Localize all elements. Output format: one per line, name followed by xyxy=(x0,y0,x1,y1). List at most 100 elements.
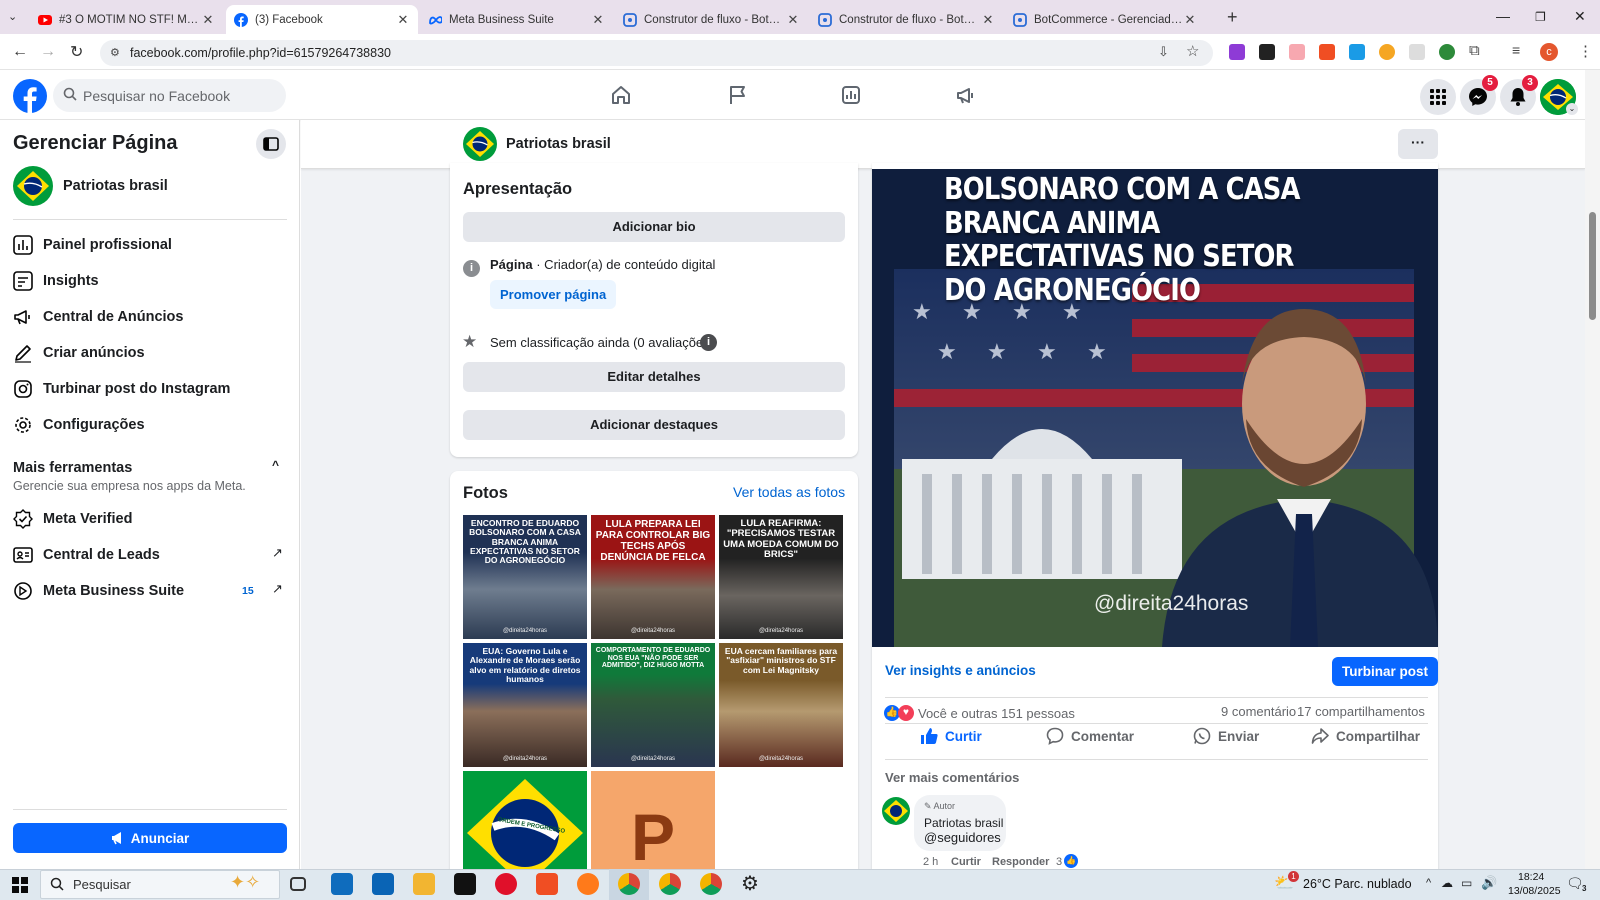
install-app-icon[interactable]: ⇩ xyxy=(1158,44,1169,60)
chrome-icon[interactable] xyxy=(700,873,722,895)
extension-icon[interactable] xyxy=(1409,44,1425,60)
facebook-search-input[interactable]: Pesquisar no Facebook xyxy=(53,79,286,112)
forward-button[interactable]: → xyxy=(40,43,56,61)
comment-reply-button[interactable]: Responder xyxy=(992,856,1049,868)
pages-flag-nav-icon[interactable] xyxy=(727,84,749,106)
media-controls-icon[interactable]: ≡ xyxy=(1512,42,1520,58)
sidebar-item-insights[interactable]: Insights xyxy=(12,266,99,296)
chrome-icon[interactable] xyxy=(659,873,681,895)
comment-author-name[interactable]: Patriotas brasil xyxy=(924,816,1003,830)
sidebar-item-painel-profissional[interactable]: Painel profissional xyxy=(12,230,172,260)
advertise-button[interactable]: Anunciar xyxy=(13,823,287,853)
restore-button[interactable]: ❐ xyxy=(1535,10,1546,24)
profile-avatar[interactable]: c xyxy=(1540,43,1558,61)
post-share-button[interactable]: Compartilhar xyxy=(1311,727,1420,745)
close-tab-icon[interactable]: ✕ xyxy=(591,12,605,28)
account-chevron-icon[interactable]: ⌄ xyxy=(1566,103,1578,115)
see-all-photos-link[interactable]: Ver todas as fotos xyxy=(733,484,845,500)
rating-info-icon[interactable]: i xyxy=(700,334,717,351)
sidebar-page-row[interactable]: Patriotas brasil xyxy=(13,166,168,206)
sidebar-item-criar-anuncios[interactable]: Criar anúncios xyxy=(12,338,145,368)
extension-icon[interactable] xyxy=(1349,44,1365,60)
add-highlights-button[interactable]: Adicionar destaques xyxy=(463,410,845,440)
firefox-icon[interactable] xyxy=(577,873,599,895)
comments-count[interactable]: 9 comentário xyxy=(1221,704,1296,719)
tab-search-button[interactable]: ⌄ xyxy=(8,10,17,23)
post-comment-button[interactable]: Comentar xyxy=(1046,727,1134,745)
reactions-summary[interactable]: Você e outras 151 pessoas xyxy=(918,706,1075,721)
photo-thumbnail[interactable]: LULA PREPARA LEI PARA CONTROLAR BIG TECH… xyxy=(591,515,715,639)
minimize-button[interactable]: — xyxy=(1496,8,1510,24)
close-tab-icon[interactable]: ✕ xyxy=(1183,12,1197,28)
sidebar-item-meta-business-suite[interactable]: Meta Business Suite xyxy=(12,576,184,606)
post-send-button[interactable]: Enviar xyxy=(1193,727,1259,745)
collapse-sidebar-button[interactable] xyxy=(256,129,286,159)
brave-extension-icon[interactable] xyxy=(1319,44,1335,60)
reload-button[interactable]: ↻ xyxy=(70,42,83,62)
facebook-logo[interactable] xyxy=(13,79,47,113)
volume-icon[interactable]: 🔊 xyxy=(1481,875,1497,891)
site-info-icon[interactable]: ⚙ xyxy=(110,46,120,59)
extensions-puzzle-icon[interactable]: ⧉ xyxy=(1469,42,1480,59)
shares-count[interactable]: 17 compartilhamentos xyxy=(1297,704,1425,719)
extension-icon[interactable] xyxy=(1439,44,1455,60)
windows-start-icon[interactable] xyxy=(12,877,28,893)
page-more-options-button[interactable]: ··· xyxy=(1398,129,1438,159)
photo-thumbnail[interactable]: COMPORTAMENTO DE EDUARDO NOS EUA "NÃO PO… xyxy=(591,643,715,767)
browser-tab-botcommerce-3[interactable]: BotCommerce - Gerenciador de ✕ xyxy=(1005,5,1205,34)
settings-gear-icon[interactable]: ⚙ xyxy=(741,871,759,896)
close-tab-icon[interactable]: ✕ xyxy=(786,12,800,28)
insights-ads-link[interactable]: Ver insights e anúncios xyxy=(885,663,1036,678)
browser-tab-botcommerce-2[interactable]: Construtor de fluxo - BotComm ✕ xyxy=(810,5,1003,34)
browser-tab-botcommerce-1[interactable]: Construtor de fluxo - BotComm ✕ xyxy=(615,5,808,34)
browser-tab-meta-business[interactable]: Meta Business Suite ✕ xyxy=(420,5,613,34)
onedrive-icon[interactable]: ☁ xyxy=(1441,876,1453,890)
bookmark-star-icon[interactable]: ☆ xyxy=(1186,42,1199,60)
back-button[interactable]: ← xyxy=(12,43,28,61)
close-window-button[interactable]: ✕ xyxy=(1574,8,1586,25)
comment-like-button[interactable]: Curtir xyxy=(951,856,981,868)
add-bio-button[interactable]: Adicionar bio xyxy=(463,212,845,242)
home-nav-icon[interactable] xyxy=(610,84,632,106)
file-explorer-icon[interactable] xyxy=(413,873,435,895)
browser-tab-facebook[interactable]: (3) Facebook ✕ xyxy=(226,5,418,34)
tray-chevron-icon[interactable]: ^ xyxy=(1426,877,1431,889)
sidebar-item-turbinar-instagram[interactable]: Turbinar post do Instagram xyxy=(12,374,230,404)
search-highlights-icon[interactable]: ✦✧ xyxy=(230,872,260,893)
edit-details-button[interactable]: Editar detalhes xyxy=(463,362,845,392)
new-tab-button[interactable]: + xyxy=(1227,7,1238,28)
photo-thumbnail[interactable]: LULA REAFIRMA: "PRECISAMOS TESTAR UMA MO… xyxy=(719,515,843,639)
network-icon[interactable]: ▭ xyxy=(1461,876,1472,890)
sidebar-item-central-de-anuncios[interactable]: Central de Anúncios xyxy=(12,302,183,332)
address-bar[interactable]: facebook.com/profile.php?id=615792647388… xyxy=(100,40,1213,66)
photo-thumbnail[interactable]: EUA: Governo Lula e Alexandre de Moraes … xyxy=(463,643,587,767)
brave-icon[interactable] xyxy=(536,873,558,895)
extension-icon[interactable] xyxy=(1259,44,1275,60)
clock-time[interactable]: 18:24 xyxy=(1518,871,1544,883)
sidebar-item-configuracoes[interactable]: Configurações xyxy=(12,410,145,440)
page-scrollbar[interactable] xyxy=(1585,70,1600,869)
photo-thumbnail[interactable]: EUA cercam familiares para "asfixiar" mi… xyxy=(719,643,843,767)
comment-author-avatar[interactable] xyxy=(882,797,910,825)
post-like-button[interactable]: Curtir xyxy=(920,727,982,745)
ads-megaphone-nav-icon[interactable] xyxy=(955,84,977,106)
page-header-name[interactable]: Patriotas brasil xyxy=(506,136,611,152)
close-tab-icon[interactable]: ✕ xyxy=(981,12,995,28)
see-more-comments-link[interactable]: Ver mais comentários xyxy=(885,770,1019,785)
outlook-icon[interactable] xyxy=(372,873,394,895)
post-image[interactable]: ★ ★ ★ ★ ★ ★ ★ ★ BOLSONARO COM A CASA BRANCA ANI… xyxy=(872,169,1438,647)
capcut-icon[interactable] xyxy=(454,873,476,895)
promote-page-button[interactable]: Promover página xyxy=(490,280,617,309)
browser-tab-youtube[interactable]: #3 O MOTIM NO STF! MINISTRO ✕ xyxy=(30,5,223,34)
microsoft-store-icon[interactable] xyxy=(331,873,353,895)
browser-menu-icon[interactable]: ⋮ xyxy=(1578,42,1593,60)
boost-post-button[interactable]: Turbinar post xyxy=(1332,657,1438,686)
photo-thumbnail[interactable]: ENCONTRO DE EDUARDO BOLSONARO COM A CASA… xyxy=(463,515,587,639)
clock-date[interactable]: 13/08/2025 xyxy=(1508,885,1561,897)
extension-icon[interactable] xyxy=(1289,44,1305,60)
sidebar-item-meta-verified[interactable]: Meta Verified xyxy=(12,504,132,534)
insights-nav-icon[interactable] xyxy=(840,84,862,106)
opera-icon[interactable] xyxy=(495,873,517,895)
scrollbar-thumb[interactable] xyxy=(1589,212,1596,320)
close-tab-icon[interactable]: ✕ xyxy=(201,12,215,28)
